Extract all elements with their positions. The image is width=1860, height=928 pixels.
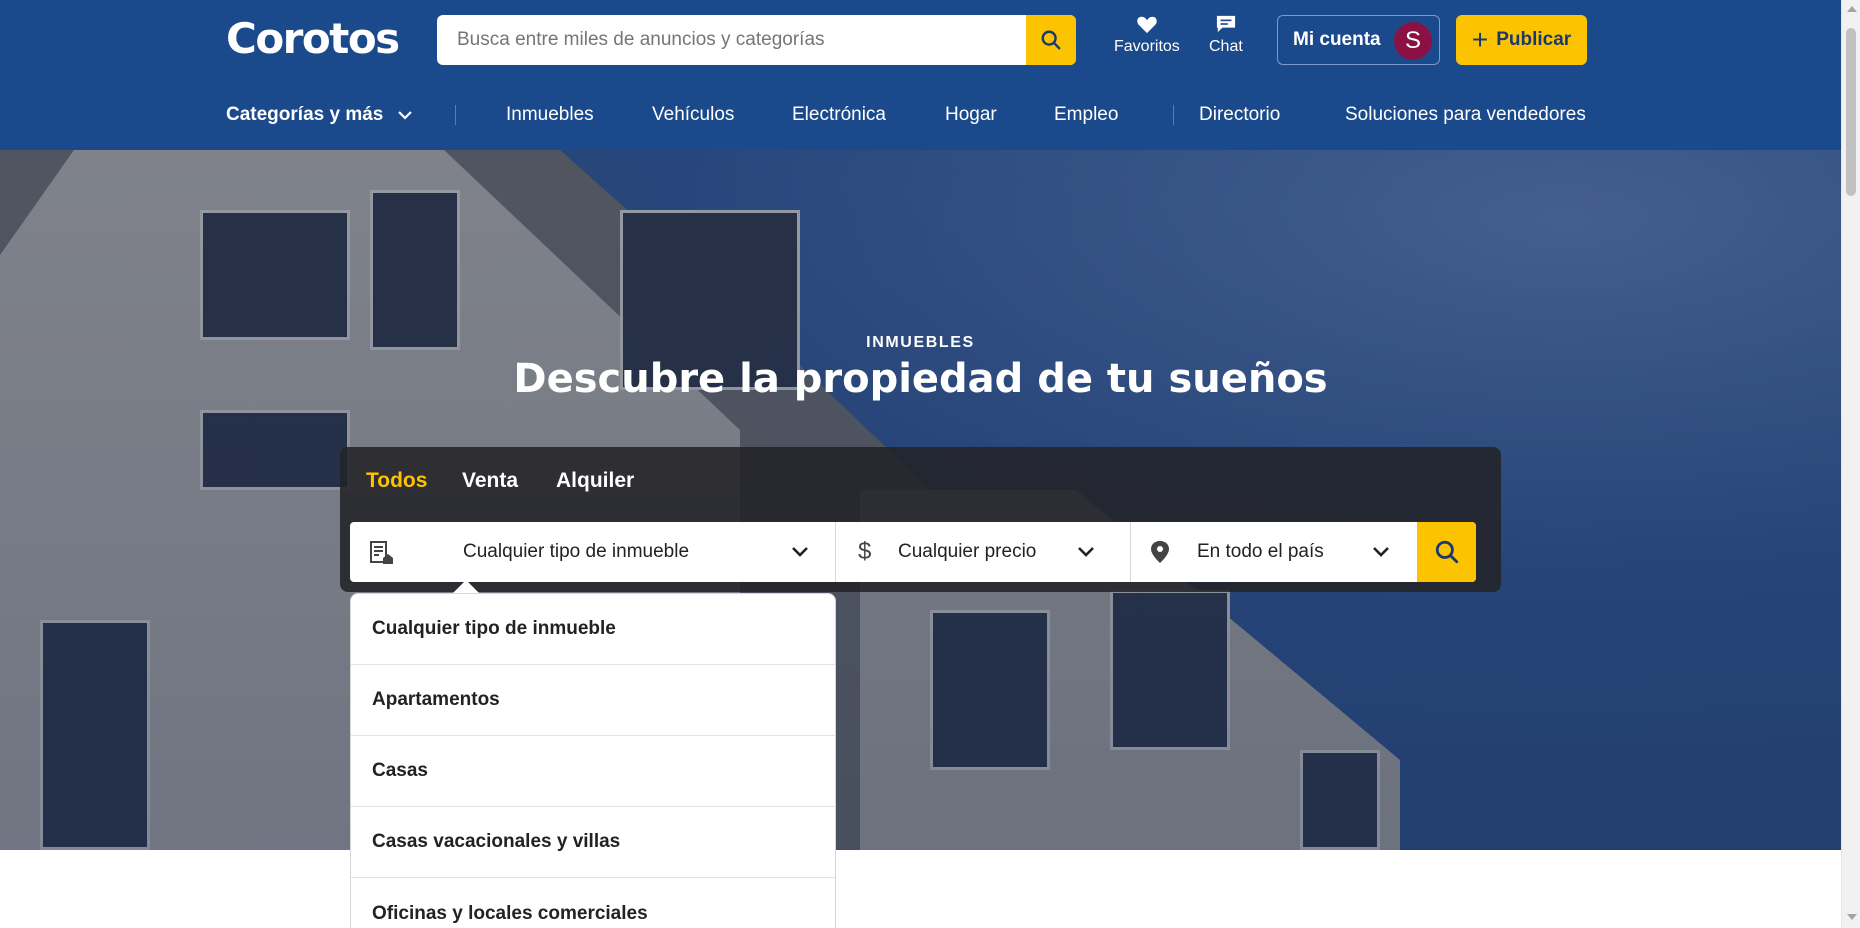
chevron-down-icon <box>1373 547 1389 557</box>
chevron-down-icon <box>1078 547 1094 557</box>
nav-item-inmuebles[interactable]: Inmuebles <box>506 100 594 130</box>
nav-divider <box>455 105 456 125</box>
location-value: En todo el país <box>1197 541 1324 562</box>
chat-button[interactable]: Chat <box>1209 14 1243 56</box>
nav-item-hogar[interactable]: Hogar <box>945 100 997 130</box>
dropdown-option[interactable]: Casas <box>351 736 835 807</box>
page-scrollbar[interactable] <box>1841 0 1860 928</box>
favorites-label: Favoritos <box>1114 38 1180 55</box>
publish-label: Publicar <box>1496 29 1572 50</box>
dropdown-caret <box>452 580 480 594</box>
main-search <box>437 15 1076 65</box>
account-label: Mi cuenta <box>1293 29 1381 50</box>
nav-item-soluciones[interactable]: Soluciones para vendedores <box>1345 100 1586 130</box>
dropdown-option[interactable]: Casas vacacionales y villas <box>351 807 835 878</box>
avatar: S <box>1394 22 1432 60</box>
dropdown-option[interactable]: Cualquier tipo de inmueble <box>351 594 835 665</box>
chat-label: Chat <box>1209 38 1243 55</box>
scroll-down-arrow[interactable] <box>1847 914 1857 920</box>
property-search-button[interactable] <box>1417 522 1476 582</box>
nav-item-electronica[interactable]: Electrónica <box>792 100 886 130</box>
search-icon <box>1435 540 1458 564</box>
account-button[interactable]: Mi cuenta S <box>1277 15 1440 65</box>
scroll-thumb[interactable] <box>1846 28 1856 196</box>
property-type-value: Cualquier tipo de inmueble <box>463 541 690 562</box>
hero-banner: INMUEBLES Descubre la propiedad de tu su… <box>0 150 1841 850</box>
tab-alquiler[interactable]: Alquiler <box>556 469 634 493</box>
chevron-down-icon <box>792 547 808 557</box>
chat-icon <box>1216 15 1235 33</box>
search-input[interactable] <box>437 15 1027 65</box>
nav-divider <box>1173 105 1174 125</box>
corotos-logo[interactable]: Corotos <box>226 14 400 63</box>
property-type-select[interactable]: Cualquier tipo de inmueble <box>350 522 835 582</box>
hero-kicker: INMUEBLES <box>866 334 975 351</box>
categories-label: Categorías y más <box>226 104 384 125</box>
dropdown-option[interactable]: Oficinas y locales comerciales <box>351 878 835 928</box>
dollar-icon: $ <box>858 538 872 565</box>
hero-title: Descubre la propiedad de tu sueños <box>513 356 1328 402</box>
tab-venta[interactable]: Venta <box>462 469 518 493</box>
search-icon <box>1041 30 1061 50</box>
tab-todos[interactable]: Todos <box>366 469 427 493</box>
price-select[interactable]: $ Cualquier precio <box>836 522 1130 582</box>
dropdown-option[interactable]: Apartamentos <box>351 665 835 736</box>
site-header: Corotos Favoritos Chat Mi cuenta S + Pub… <box>0 0 1841 150</box>
category-nav: Categorías y más Inmuebles Vehículos Ele… <box>0 100 1841 130</box>
plus-icon: + <box>1471 24 1489 55</box>
building-list-icon <box>370 541 393 564</box>
nav-item-vehiculos[interactable]: Vehículos <box>652 100 734 130</box>
nav-item-directorio[interactable]: Directorio <box>1199 100 1280 130</box>
heart-icon <box>1137 16 1157 34</box>
categories-menu[interactable]: Categorías y más <box>226 100 413 130</box>
location-select[interactable]: En todo el país <box>1131 522 1417 582</box>
favorites-button[interactable]: Favoritos <box>1114 14 1180 56</box>
chevron-down-icon <box>397 111 412 120</box>
search-button[interactable] <box>1026 15 1076 65</box>
nav-item-empleo[interactable]: Empleo <box>1054 100 1118 130</box>
publish-button[interactable]: + Publicar <box>1456 15 1587 65</box>
location-pin-icon <box>1151 541 1169 563</box>
scroll-up-arrow[interactable] <box>1847 6 1857 12</box>
property-type-dropdown: Cualquier tipo de inmueble Apartamentos … <box>350 593 836 928</box>
filter-bar: Cualquier tipo de inmueble $ Cualquier p… <box>350 522 1476 582</box>
price-value: Cualquier precio <box>898 541 1037 562</box>
